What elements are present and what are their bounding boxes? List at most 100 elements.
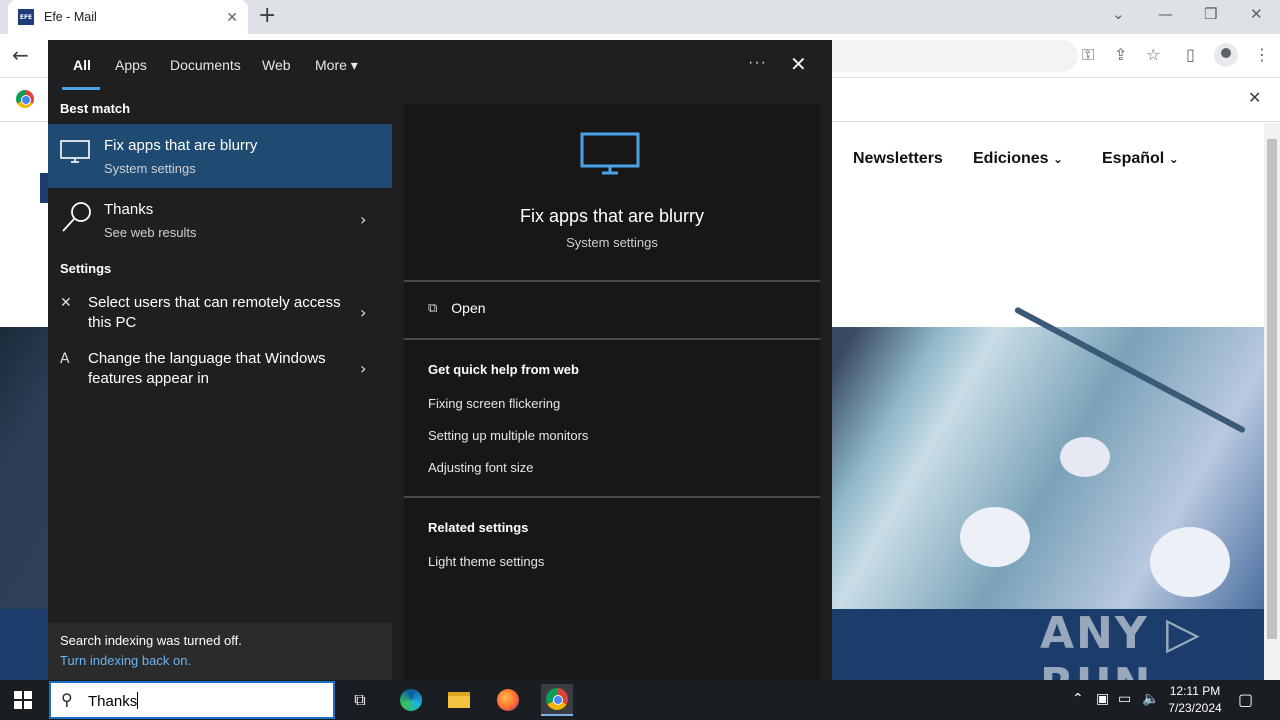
indexing-notice: Search indexing was turned off. Turn ind…: [48, 623, 392, 680]
menu-kebab-icon[interactable]: ⋮: [1254, 45, 1270, 64]
tab-title: Efe - Mail: [44, 10, 97, 24]
search-query: Thanks: [88, 692, 139, 710]
new-tab-button[interactable]: +: [258, 4, 276, 28]
result-subtitle: See web results: [104, 225, 197, 240]
search-icon: ⚲: [61, 690, 73, 709]
open-button[interactable]: ⧉ Open: [428, 300, 486, 316]
nav-espanol[interactable]: Español ⌄: [1102, 150, 1179, 168]
system-clock[interactable]: 12:11 PM 7/23/2024: [1160, 683, 1230, 717]
windows-logo-icon: [24, 691, 32, 699]
hero-flower: [1060, 437, 1110, 477]
share-icon[interactable]: ⇪: [1114, 45, 1127, 64]
tab-search-chevron-icon[interactable]: ⌄: [1112, 5, 1125, 23]
best-match-result[interactable]: Fix apps that are blurry System settings: [48, 124, 392, 188]
web-result[interactable]: Thanks See web results ›: [48, 188, 392, 252]
related-link-light-theme[interactable]: Light theme settings: [428, 554, 544, 569]
setting-label: Select users that can remotely access th…: [88, 294, 341, 331]
setting-remote-access[interactable]: ✕ Select users that can remotely access …: [48, 293, 392, 337]
bookmark-star-icon[interactable]: ☆: [1146, 45, 1160, 64]
taskbar-search-input[interactable]: ⚲ Thanks: [49, 681, 335, 719]
divider: [404, 338, 820, 340]
remote-icon: ✕: [60, 295, 72, 311]
task-view-button[interactable]: ⧉: [344, 684, 376, 716]
network-icon[interactable]: ▭: [1118, 691, 1131, 707]
site-favicon-icon: EFE: [18, 9, 34, 25]
help-link-flickering[interactable]: Fixing screen flickering: [428, 396, 560, 411]
search-scope-tabs: All Apps Documents Web More ▾ ··· ✕: [48, 40, 832, 92]
help-link-monitors[interactable]: Setting up multiple monitors: [428, 428, 588, 443]
meet-now-icon[interactable]: ▣: [1096, 691, 1109, 707]
help-link-font-size[interactable]: Adjusting font size: [428, 460, 534, 475]
browser-tab[interactable]: EFE Efe - Mail ✕: [8, 0, 248, 34]
preview-pane: Fix apps that are blurry System settings…: [404, 104, 820, 680]
tab-close-icon[interactable]: ✕: [226, 9, 238, 26]
divider: [404, 280, 820, 282]
volume-icon[interactable]: 🔈: [1142, 691, 1159, 707]
hero-flower: [1150, 527, 1230, 597]
hero-branch: [1013, 306, 1247, 434]
file-explorer-icon[interactable]: [443, 684, 475, 716]
site-logo-fragment: [40, 173, 48, 203]
windows-search-flyout: All Apps Documents Web More ▾ ··· ✕ Best…: [48, 40, 832, 680]
tab-more[interactable]: More ▾: [315, 57, 358, 74]
page-scrollbar[interactable]: [1264, 123, 1280, 680]
chrome-logo-icon: [16, 90, 34, 108]
preview-title: Fix apps that are blurry: [519, 206, 705, 226]
tray-chevron-up-icon[interactable]: ⌃: [1072, 691, 1084, 707]
chevron-down-icon: ▾: [350, 57, 358, 73]
language-icon: A: [60, 351, 70, 367]
nav-newsletters[interactable]: Newsletters: [853, 150, 943, 168]
turn-indexing-on-link[interactable]: Turn indexing back on.: [60, 653, 191, 668]
windows-logo-icon: [14, 701, 22, 709]
clock-date: 7/23/2024: [1168, 701, 1222, 715]
text-caret: [137, 692, 139, 709]
firefox-icon[interactable]: [492, 684, 524, 716]
side-panel-icon[interactable]: ▯: [1186, 45, 1195, 64]
tab-all[interactable]: All: [73, 57, 91, 73]
tab-apps[interactable]: Apps: [115, 57, 147, 73]
windows-logo-icon: [24, 701, 32, 709]
chevron-right-icon[interactable]: ›: [360, 303, 366, 322]
profile-avatar[interactable]: [1214, 43, 1238, 67]
divider: [404, 496, 820, 498]
chrome-icon[interactable]: [541, 684, 573, 716]
start-button[interactable]: [14, 691, 32, 709]
open-label: Open: [451, 300, 486, 316]
clock-time: 12:11 PM: [1169, 684, 1221, 698]
chevron-right-icon[interactable]: ›: [360, 210, 366, 229]
password-key-icon[interactable]: ⚿: [1082, 45, 1094, 65]
results-pane: Best match Fix apps that are blurry Syst…: [48, 92, 392, 680]
nav-ediciones[interactable]: Ediciones ⌄: [973, 150, 1063, 168]
result-subtitle: System settings: [104, 161, 196, 176]
result-title: Fix apps that are blurry: [104, 137, 258, 154]
close-icon[interactable]: ✕: [790, 52, 807, 76]
quick-help-heading: Get quick help from web: [428, 362, 579, 377]
indexing-message: Search indexing was turned off.: [60, 633, 242, 648]
more-options-icon[interactable]: ···: [748, 54, 767, 72]
chevron-right-icon[interactable]: ›: [360, 359, 366, 378]
hero-flower: [960, 507, 1030, 567]
notifications-icon[interactable]: ▢: [1238, 690, 1253, 709]
active-tab-indicator: [62, 87, 100, 90]
edge-icon[interactable]: [395, 684, 427, 716]
setting-language[interactable]: A Change the language that Windows featu…: [48, 349, 392, 393]
setting-label: Change the language that Windows feature…: [88, 350, 326, 387]
preview-subtitle: System settings: [566, 235, 658, 250]
taskbar: ⚲ Thanks ⧉ ⌃ ▣ ▭ 🔈 12:11 PM 7/23/2024 ▢: [0, 680, 1280, 720]
monitor-icon: [580, 132, 640, 175]
related-settings-heading: Related settings: [428, 520, 529, 535]
search-icon: [62, 202, 91, 232]
back-button[interactable]: ←: [12, 43, 29, 67]
browser-tabstrip: EFE Efe - Mail ✕ + ⌄ — ❐ ✕: [0, 0, 1280, 34]
best-match-heading: Best match: [60, 101, 131, 116]
infobar-close-icon[interactable]: ✕: [1248, 88, 1261, 107]
tab-documents[interactable]: Documents: [170, 57, 241, 73]
minimize-icon[interactable]: —: [1158, 5, 1173, 23]
scrollbar-thumb[interactable]: [1267, 139, 1277, 639]
window-close-icon[interactable]: ✕: [1250, 5, 1263, 23]
tab-web[interactable]: Web: [262, 57, 291, 73]
windows-logo-icon: [14, 691, 22, 699]
settings-heading: Settings: [60, 261, 112, 276]
monitor-icon: [60, 140, 90, 163]
restore-icon[interactable]: ❐: [1204, 5, 1217, 23]
